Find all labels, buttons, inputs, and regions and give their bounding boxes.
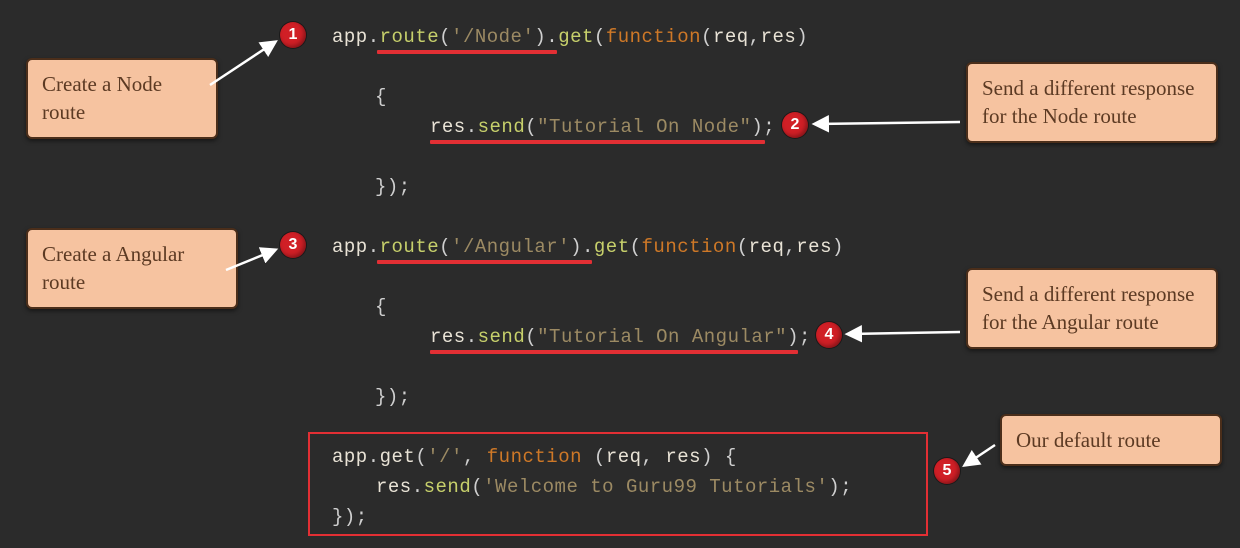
code-line-7: res.send("Tutorial On Angular"); bbox=[430, 328, 811, 347]
callout-default-route: Our default route bbox=[1000, 414, 1222, 466]
code-line-4: }); bbox=[375, 178, 411, 197]
underline-route-angular bbox=[377, 260, 592, 264]
badge-1: 1 bbox=[280, 22, 306, 48]
default-route-box bbox=[308, 432, 928, 536]
badge-5: 5 bbox=[934, 458, 960, 484]
callout-angular-response: Send a different response for the Angula… bbox=[966, 268, 1218, 349]
underline-route-node bbox=[377, 50, 557, 54]
callout-node-response: Send a different response for the Node r… bbox=[966, 62, 1218, 143]
code-line-8: }); bbox=[375, 388, 411, 407]
underline-send-node bbox=[430, 140, 765, 144]
badge-4: 4 bbox=[816, 322, 842, 348]
callout-angular-route: Create a Angular route bbox=[26, 228, 238, 309]
badge-3: 3 bbox=[280, 232, 306, 258]
code-line-6: { bbox=[375, 298, 387, 317]
code-line-3: res.send("Tutorial On Node"); bbox=[430, 118, 775, 137]
callout-node-route: Create a Node route bbox=[26, 58, 218, 139]
badge-2: 2 bbox=[782, 112, 808, 138]
code-line-2: { bbox=[375, 88, 387, 107]
code-line-5: app.route('/Angular').get(function(req,r… bbox=[332, 238, 844, 257]
underline-send-angular bbox=[430, 350, 798, 354]
code-line-1: app.route('/Node').get(function(req,res) bbox=[332, 28, 808, 47]
